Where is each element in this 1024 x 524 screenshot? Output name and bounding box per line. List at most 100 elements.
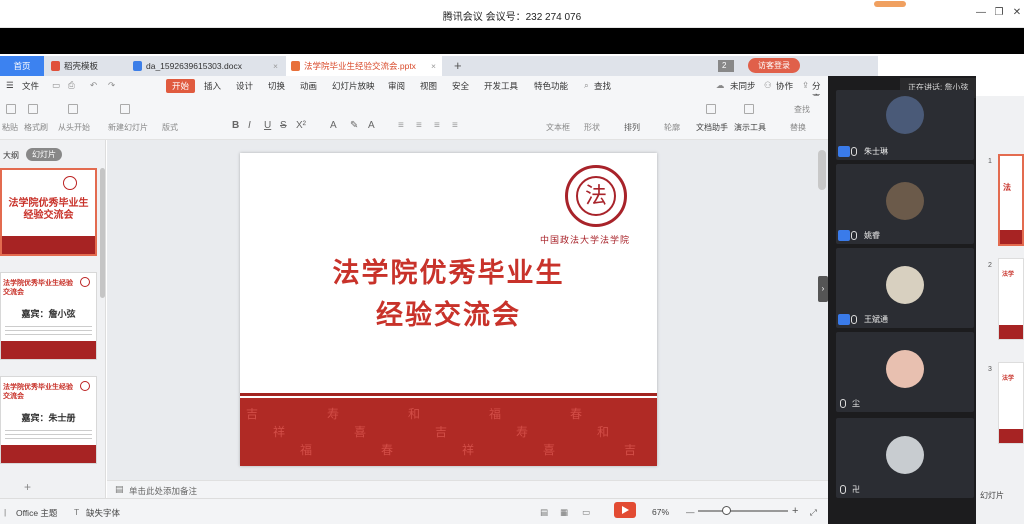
outline-tab[interactable]: 大纲: [3, 150, 19, 161]
presenter-tools-icon[interactable]: [744, 104, 754, 114]
menu-insert[interactable]: 插入: [204, 80, 221, 92]
secondary-thumbnail-3[interactable]: 法学: [998, 362, 1024, 444]
align-right-icon[interactable]: ≡: [434, 120, 440, 131]
slide-thumbnail-1[interactable]: 法学院优秀毕业生经验交流会: [0, 168, 97, 256]
menu-slideshow[interactable]: 幻灯片放映: [332, 80, 375, 92]
tab-home[interactable]: 首页: [0, 56, 44, 76]
notes-placeholder[interactable]: 单击此处添加备注: [129, 485, 197, 497]
tab-close-icon[interactable]: ×: [431, 56, 436, 76]
close-icon[interactable]: ✕: [1010, 6, 1024, 20]
participant-tile[interactable]: 尘: [836, 332, 974, 412]
format-painter-icon[interactable]: [28, 104, 38, 114]
menu-animation[interactable]: 动画: [300, 80, 317, 92]
tab-close-icon[interactable]: ×: [273, 56, 278, 76]
unsync-status[interactable]: 未同步: [730, 80, 756, 92]
participant-tile[interactable]: 卍: [836, 418, 974, 498]
menu-review[interactable]: 审阅: [388, 80, 405, 92]
zoom-level[interactable]: 67%: [652, 507, 669, 517]
highlight-icon[interactable]: ✎: [350, 120, 358, 131]
minimize-icon[interactable]: —: [974, 6, 988, 20]
sorter-view-icon[interactable]: ▦: [560, 507, 568, 518]
slide-thumbnail-2[interactable]: 法学院优秀毕业生经验交流会 嘉宾：詹小弦: [0, 272, 97, 360]
zoom-out-icon[interactable]: —: [686, 507, 695, 517]
reading-view-icon[interactable]: ▭: [582, 507, 590, 518]
collapse-panel-icon[interactable]: ›: [818, 276, 828, 302]
redo-icon[interactable]: ↷: [108, 80, 115, 91]
undo-icon[interactable]: ↶: [90, 80, 97, 91]
print-icon[interactable]: ⎙: [68, 80, 75, 91]
secondary-thumbnail-1[interactable]: 法: [998, 154, 1024, 246]
arrange-button[interactable]: 排列: [624, 122, 640, 133]
menu-start[interactable]: 开始: [166, 79, 196, 93]
char-spacing-icon[interactable]: A: [368, 120, 375, 131]
strikethrough-icon[interactable]: S: [280, 120, 287, 131]
participant-tile[interactable]: 姚睿: [836, 164, 974, 244]
save-icon[interactable]: ▭: [52, 80, 60, 91]
outline-button[interactable]: 轮廓: [664, 122, 680, 133]
new-slide-icon[interactable]: [120, 104, 130, 114]
new-tab-button[interactable]: +: [450, 56, 470, 76]
bold-icon[interactable]: B: [232, 120, 239, 131]
hamburger-icon[interactable]: ☰: [6, 80, 14, 91]
band-glyph: 吉: [624, 443, 637, 457]
menu-file[interactable]: 文件: [22, 80, 39, 92]
slide-thumbnail-3[interactable]: 法学院优秀毕业生经验交流会 嘉宾：朱士册: [0, 376, 97, 464]
menu-transition[interactable]: 切换: [268, 80, 285, 92]
text-box-button[interactable]: 文本框: [546, 122, 570, 133]
menu-security[interactable]: 安全: [452, 80, 469, 92]
menu-design[interactable]: 设计: [236, 80, 253, 92]
collab-button[interactable]: 协作: [776, 80, 793, 92]
editor-scrollbar[interactable]: [818, 150, 826, 190]
slide-title-line1[interactable]: 法学院优秀毕业生: [240, 251, 657, 290]
participant-tile[interactable]: 朱士琳: [836, 90, 974, 160]
doc-helper-icon[interactable]: [706, 104, 716, 114]
superscript-icon[interactable]: X²: [296, 120, 306, 131]
menu-view[interactable]: 视图: [420, 80, 437, 92]
restore-icon[interactable]: ❐: [992, 6, 1006, 20]
menu-features[interactable]: 特色功能: [534, 80, 568, 92]
align-center-icon[interactable]: ≡: [416, 120, 422, 131]
presenter-tools-button[interactable]: 演示工具: [734, 122, 766, 133]
zoom-slider-track[interactable]: [698, 510, 788, 512]
doc-helper-button[interactable]: 文档助手: [696, 122, 728, 133]
current-slide[interactable]: 法 中国政法大学法学院 法学院优秀毕业生 经验交流会 吉祥福寿喜春和吉祥福寿喜春…: [240, 153, 657, 466]
font-icon: T: [74, 507, 80, 517]
shape-button[interactable]: 形状: [584, 122, 600, 133]
format-painter-button[interactable]: 格式刷: [24, 122, 48, 133]
slide-title-line2[interactable]: 经验交流会: [240, 293, 657, 332]
paste-button[interactable]: 粘贴: [2, 122, 18, 133]
menu-dev-tools[interactable]: 开发工具: [484, 80, 518, 92]
tab-pptx[interactable]: 法学院毕业生经验交流会.pptx ×: [286, 56, 442, 76]
italic-icon[interactable]: I: [248, 120, 251, 131]
guest-login-button[interactable]: 访客登录: [748, 58, 800, 73]
new-slide-button[interactable]: 新建幻灯片: [108, 122, 148, 133]
replace-button[interactable]: 替换: [790, 122, 806, 133]
ribbon-toolbar: 粘贴 格式刷 从头开始 新建幻灯片 版式 B I U S X² A ✎ A ≡ …: [0, 96, 828, 140]
window-count-badge: 2: [718, 60, 734, 72]
find-button[interactable]: 查找: [794, 104, 810, 115]
zoom-slider-knob[interactable]: [722, 506, 731, 515]
add-slide-icon[interactable]: +: [24, 480, 31, 494]
normal-view-icon[interactable]: ▤: [540, 507, 548, 518]
font-color-icon[interactable]: A: [330, 120, 337, 131]
tab-templates[interactable]: 稻壳模板: [46, 56, 126, 76]
layout-button[interactable]: 版式: [162, 122, 178, 133]
align-left-icon[interactable]: ≡: [398, 120, 404, 131]
from-start-button[interactable]: 从头开始: [58, 122, 90, 133]
fit-window-icon[interactable]: ⤢: [810, 507, 817, 518]
paste-icon[interactable]: [6, 104, 16, 114]
play-slideshow-button[interactable]: [614, 502, 636, 518]
thumbnail-scrollbar[interactable]: [100, 168, 105, 298]
play-from-start-icon[interactable]: [68, 104, 78, 114]
participant-tile[interactable]: 王斌通: [836, 248, 974, 328]
secondary-thumbnail-2[interactable]: 法学: [998, 258, 1024, 340]
theme-name[interactable]: Office 主题: [16, 507, 57, 519]
justify-icon[interactable]: ≡: [452, 120, 458, 131]
slides-tab[interactable]: 幻灯片: [26, 148, 62, 161]
missing-font-button[interactable]: 缺失字体: [86, 507, 120, 519]
menu-search[interactable]: 查找: [594, 80, 611, 92]
notes-bar[interactable]: ▤ 单击此处添加备注: [107, 480, 828, 498]
underline-icon[interactable]: U: [264, 120, 271, 131]
tab-docx[interactable]: da_1592639615303.docx ×: [128, 56, 284, 76]
zoom-in-icon[interactable]: +: [792, 505, 798, 517]
